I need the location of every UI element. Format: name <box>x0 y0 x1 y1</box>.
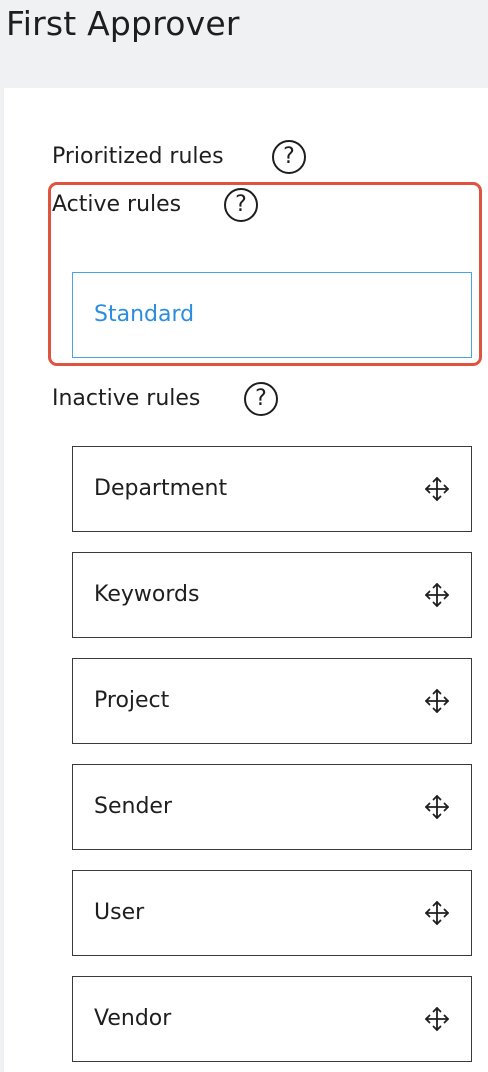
active-rule-standard[interactable]: Standard <box>72 272 472 358</box>
inactive-rule-project[interactable]: Project <box>72 658 472 744</box>
inactive-rule-vendor[interactable]: Vendor <box>72 976 472 1062</box>
inactive-rule-department[interactable]: Department <box>72 446 472 532</box>
active-rules-label: Active rules <box>52 192 182 217</box>
rule-label: User <box>94 900 145 925</box>
page-title: First Approver <box>6 4 240 43</box>
rule-label: Vendor <box>94 1006 172 1031</box>
rule-label: Department <box>94 476 228 501</box>
move-arrows-icon[interactable] <box>423 475 451 503</box>
prioritized-rules-label: Prioritized rules <box>52 144 224 169</box>
move-arrows-icon[interactable] <box>423 687 451 715</box>
move-arrows-icon[interactable] <box>423 899 451 927</box>
rules-panel: Prioritized rules ? Active rules ? Stand… <box>4 88 488 1072</box>
active-rules-help-icon[interactable]: ? <box>224 188 258 222</box>
inactive-rules-label: Inactive rules <box>52 386 201 411</box>
prioritized-rules-help-icon[interactable]: ? <box>272 140 306 174</box>
move-arrows-icon[interactable] <box>423 793 451 821</box>
rule-label: Project <box>94 688 170 713</box>
inactive-rule-keywords[interactable]: Keywords <box>72 552 472 638</box>
move-arrows-icon[interactable] <box>423 1005 451 1033</box>
rule-label: Standard <box>94 302 195 327</box>
move-arrows-icon[interactable] <box>423 581 451 609</box>
inactive-rules-help-icon[interactable]: ? <box>244 382 278 416</box>
rule-label: Keywords <box>94 582 200 607</box>
inactive-rule-user[interactable]: User <box>72 870 472 956</box>
rule-label: Sender <box>94 794 172 819</box>
inactive-rule-sender[interactable]: Sender <box>72 764 472 850</box>
